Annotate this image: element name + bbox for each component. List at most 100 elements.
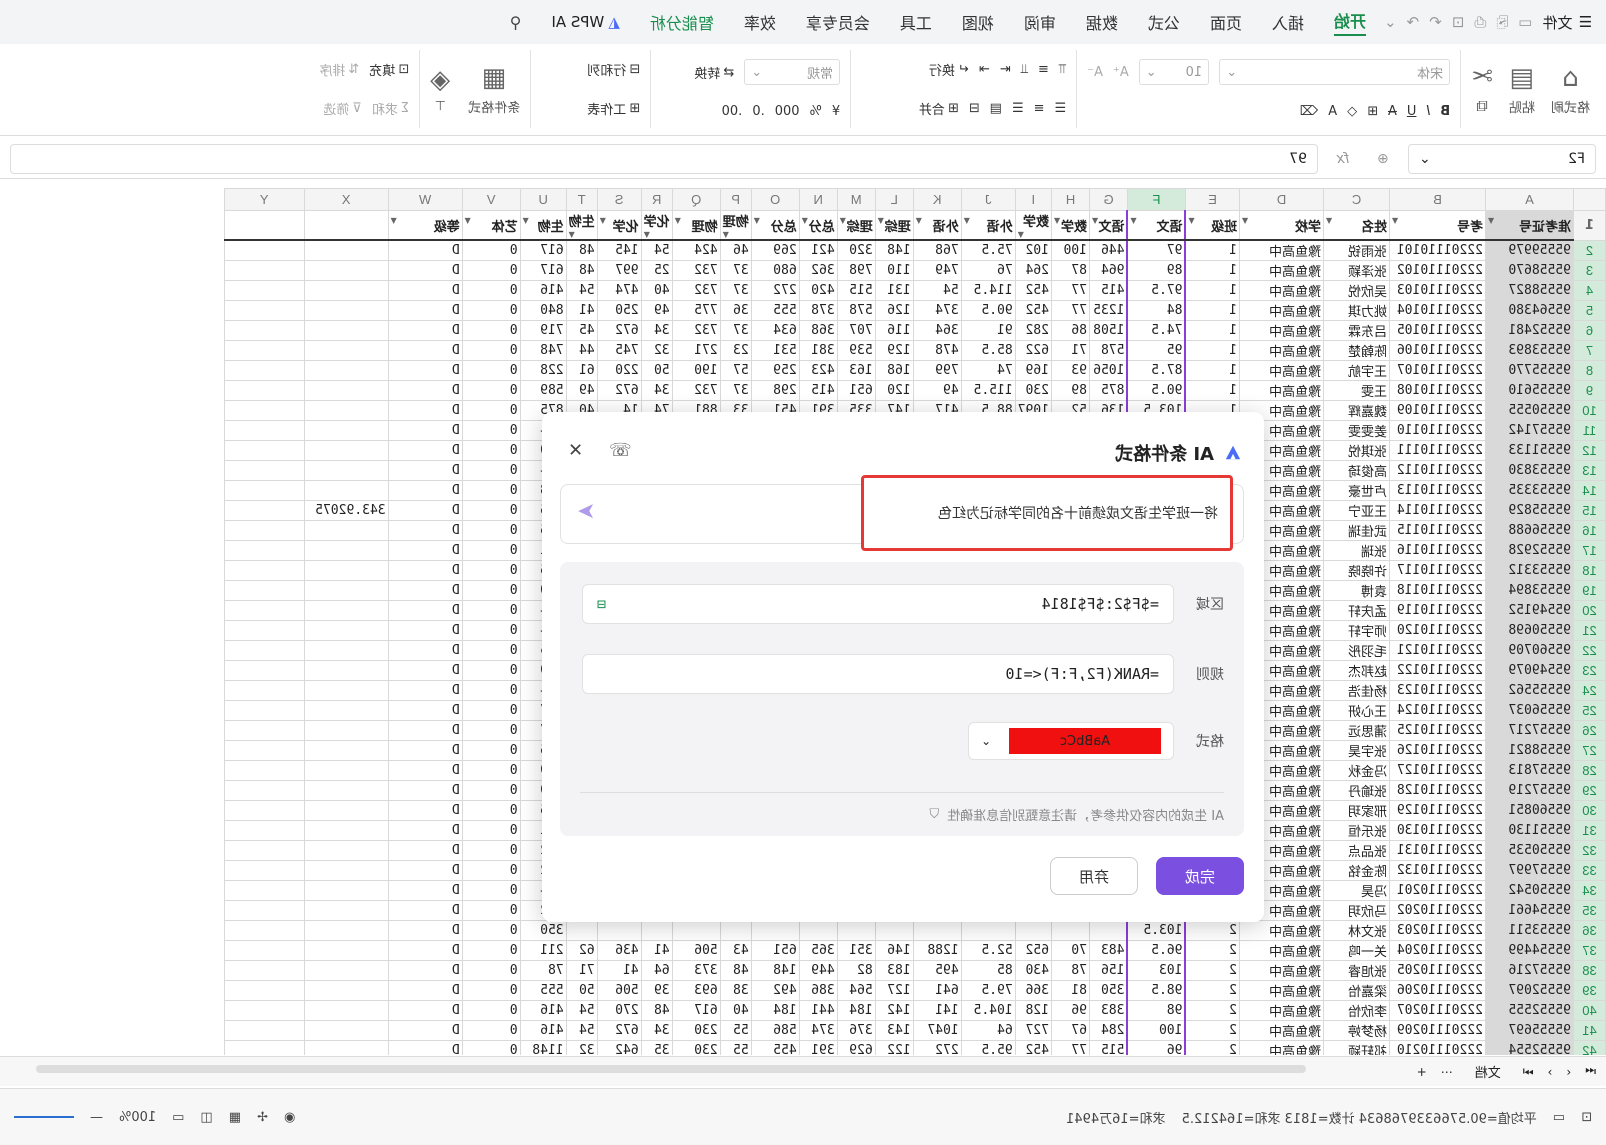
cell[interactable]: 22201110113 — [1389, 480, 1486, 501]
print-icon[interactable]: ⎙ — [1474, 13, 1486, 31]
row-header[interactable]: 41 — [1573, 1020, 1606, 1041]
header-cell[interactable]: 数学 ▼ — [1015, 210, 1052, 240]
cell[interactable]: 0 — [462, 940, 521, 961]
cell[interactable]: 1 — [1185, 260, 1240, 281]
cell[interactable] — [304, 1000, 389, 1021]
cell[interactable]: 652 — [1015, 940, 1052, 961]
cell[interactable]: 陈翰楚 — [1323, 340, 1390, 361]
cell[interactable]: 749 — [913, 260, 962, 281]
chevron-down-icon[interactable]: ⌄ — [1384, 13, 1397, 31]
cell[interactable]: 2 — [1185, 940, 1240, 961]
cell[interactable]: 381 — [799, 340, 838, 361]
filter-dropdown-icon[interactable]: ▼ — [1242, 216, 1248, 225]
cell[interactable]: 0 — [462, 660, 521, 681]
cell[interactable]: 37 — [720, 380, 752, 401]
column-header[interactable]: V — [462, 188, 521, 211]
cell[interactable]: 毛羽彤 — [1323, 640, 1390, 661]
cell[interactable]: 50 — [566, 980, 598, 1001]
cell[interactable]: 148 — [875, 240, 914, 261]
cell[interactable]: 89 — [1127, 260, 1186, 281]
cell[interactable]: 423 — [799, 360, 838, 381]
cell[interactable]: 95557219 — [1485, 780, 1574, 801]
cell[interactable]: 2 — [1185, 920, 1240, 941]
cell[interactable]: 250 — [597, 300, 642, 321]
column-header[interactable]: K — [913, 188, 962, 211]
cell[interactable]: 629 — [837, 1040, 876, 1055]
cell[interactable]: 0 — [462, 440, 521, 461]
indent-increase-icon[interactable]: ⇥ — [979, 62, 990, 77]
cell[interactable]: D — [388, 740, 463, 761]
cell[interactable]: 95550542 — [1485, 880, 1574, 901]
header-cell[interactable]: 理综 ▼ — [837, 210, 876, 240]
cell[interactable] — [799, 920, 838, 941]
cell[interactable]: 90.5 — [961, 300, 1016, 321]
filter-dropdown-icon[interactable]: ▼ — [1054, 216, 1060, 225]
cell[interactable]: D — [388, 820, 463, 841]
cell[interactable]: 415 — [1089, 280, 1128, 301]
cell[interactable]: 420 — [799, 280, 838, 301]
cell[interactable]: D — [388, 620, 463, 641]
cell[interactable]: 22201110207 — [1389, 1000, 1486, 1021]
cell[interactable]: 74.5 — [1127, 320, 1186, 341]
header-cell[interactable]: 语文 ▼ — [1089, 210, 1128, 240]
cell[interactable]: 张品点 — [1323, 840, 1390, 861]
cell[interactable]: 74 — [961, 360, 1016, 381]
cell[interactable] — [224, 560, 305, 581]
cell[interactable]: 22201110108 — [1389, 380, 1486, 401]
cell[interactable] — [304, 520, 389, 541]
cell[interactable]: 50 — [641, 360, 673, 381]
cell[interactable]: 22201110201 — [1389, 880, 1486, 901]
filter-dropdown-icon[interactable]: ▼ — [1326, 216, 1332, 225]
cell[interactable]: 豫鱼高中 — [1239, 260, 1324, 281]
cell[interactable] — [224, 740, 305, 761]
italic-icon[interactable]: I — [1426, 104, 1430, 119]
cell[interactable]: D — [388, 580, 463, 601]
row-header[interactable]: 8 — [1573, 360, 1606, 381]
filter-dropdown-icon[interactable]: ▼ — [600, 216, 606, 225]
cell[interactable] — [224, 980, 305, 1001]
header-cell[interactable]: 总分 ▼ — [751, 210, 800, 240]
cell[interactable]: 110 — [875, 260, 914, 281]
cell[interactable]: 0 — [462, 920, 521, 941]
header-cell[interactable]: 物理 ▼ — [672, 210, 721, 240]
cell[interactable]: 634 — [751, 320, 800, 341]
cell[interactable]: 376 — [837, 1020, 876, 1041]
cell[interactable] — [224, 420, 305, 441]
cell[interactable]: 37 — [720, 280, 752, 301]
cell[interactable]: 0 — [462, 1000, 521, 1021]
cell[interactable]: 0 — [462, 780, 521, 801]
close-icon[interactable]: ✕ — [568, 440, 583, 461]
cell[interactable]: 54 — [641, 240, 673, 261]
cell[interactable]: 22201110116 — [1389, 540, 1486, 561]
cell[interactable]: 515 — [1089, 1040, 1128, 1055]
cell[interactable] — [304, 560, 389, 581]
row-header[interactable]: 16 — [1573, 520, 1606, 541]
align-center-icon[interactable]: ≡ — [1034, 101, 1045, 116]
zoom-level[interactable]: 100% — [119, 1110, 156, 1125]
cell[interactable]: 745 — [597, 340, 642, 361]
row-header[interactable]: 25 — [1573, 700, 1606, 721]
fill-button[interactable]: ⊡ 填充 — [369, 60, 409, 79]
cell[interactable]: 350 — [1089, 980, 1128, 1001]
cell[interactable]: D — [388, 380, 463, 401]
cell[interactable]: 0 — [462, 280, 521, 301]
cell[interactable]: 邢家玥 — [1323, 800, 1390, 821]
cell[interactable]: D — [388, 720, 463, 741]
cell[interactable]: 374 — [913, 300, 962, 321]
cell[interactable]: 95551133 — [1485, 440, 1574, 461]
cell[interactable] — [304, 280, 389, 301]
row-header[interactable]: 35 — [1573, 900, 1606, 921]
range-select-icon[interactable]: ⊟ — [597, 595, 606, 613]
cell[interactable]: 64 — [641, 960, 673, 981]
cell[interactable]: 95555770 — [1485, 360, 1574, 381]
cell[interactable]: 128 — [1015, 1000, 1052, 1021]
cell[interactable] — [224, 620, 305, 641]
decimal-increase-icon[interactable]: .0 — [752, 104, 764, 119]
cell[interactable]: D — [388, 480, 463, 501]
cell[interactable]: 95564380 — [1485, 300, 1574, 321]
cell[interactable]: 126 — [875, 300, 914, 321]
cell[interactable] — [224, 880, 305, 901]
wrap-text-button[interactable]: ↵ 换行 — [929, 60, 969, 79]
column-header[interactable]: M — [837, 188, 876, 211]
cell[interactable]: 0 — [462, 840, 521, 861]
